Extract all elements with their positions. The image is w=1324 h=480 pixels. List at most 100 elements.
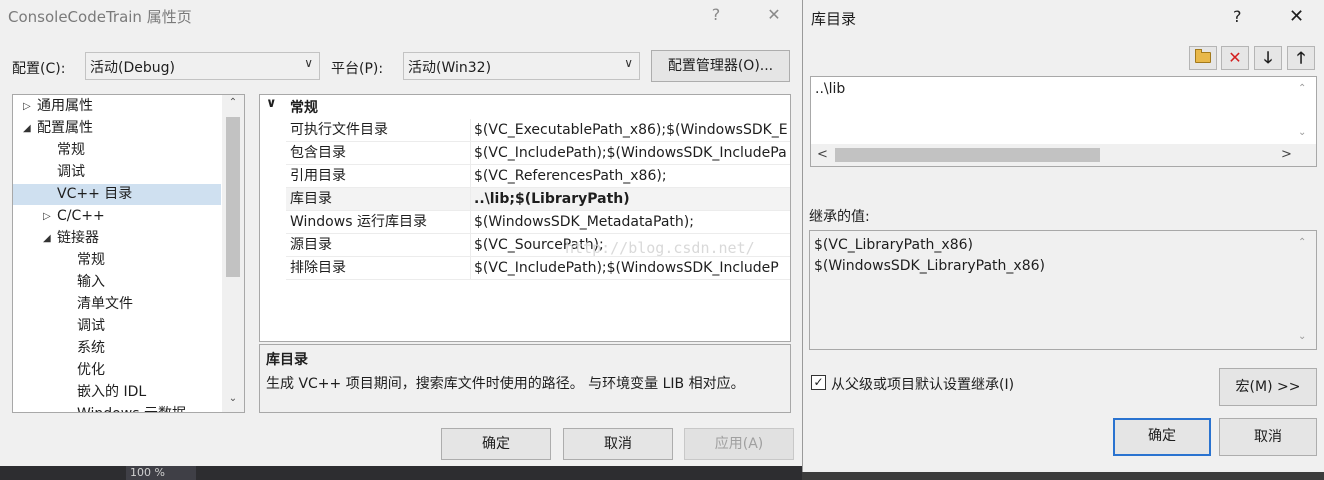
collapse-arrow-icon[interactable]: ◢ (43, 228, 51, 249)
close-button[interactable]: ✕ (1289, 6, 1304, 27)
property-row[interactable]: 排除目录 $(VC_IncludePath);$(WindowsSDK_Inclu… (286, 257, 790, 280)
config-label: 配置(C): (12, 61, 66, 77)
platform-select-value: 活动(Win32) (408, 60, 492, 76)
column-divider (470, 234, 471, 256)
tree-item[interactable]: 常规 (13, 140, 221, 161)
property-name: 包含目录 (290, 145, 346, 161)
inherit-checkbox[interactable]: ✓ (811, 375, 826, 390)
property-tree: ▷ 通用属性 ◢ 配置属性 常规 调试 VC++ 目录 ▷ C/C++ ◢ 链接器 常规 输入 清单文件调… (12, 94, 245, 413)
tree-item[interactable]: ▷ 通用属性 (13, 96, 221, 117)
tree-item[interactable]: 清单文件 (13, 294, 221, 315)
property-row[interactable]: 包含目录 $(VC_IncludePath);$(WindowsSDK_Inclu… (286, 142, 790, 165)
tree-item[interactable]: VC++ 目录 (13, 184, 221, 205)
property-value[interactable]: $(VC_IncludePath);$(WindowsSDK_IncludePa (474, 142, 787, 164)
property-name: 库目录 (290, 191, 332, 207)
tree-item-label: 系统 (77, 340, 105, 356)
macro-button[interactable]: 宏(M) >> (1219, 368, 1317, 406)
tree-item[interactable]: 输入 (13, 272, 221, 293)
library-directory-dialog: 库目录 ? ✕ ✕ 🡓 🡑 ..\lib ⌃ ⌄ < > 继承的值: $(VC_… (802, 0, 1324, 472)
property-row[interactable]: 可执行文件目录 $(VC_ExecutablePath_x86);$(Window… (286, 119, 790, 142)
inherit-checkbox-label[interactable]: 从父级或项目默认设置继承(I) (831, 374, 1014, 394)
inherited-value: $(WindowsSDK_LibraryPath_x86) (814, 258, 1045, 274)
ok-button[interactable]: 确定 (1113, 418, 1211, 456)
scroll-up-icon[interactable]: ⌃ (222, 97, 244, 108)
help-button[interactable]: ? (706, 5, 726, 24)
column-divider (470, 257, 471, 279)
property-row[interactable]: 引用目录 $(VC_ReferencesPath_x86); (286, 165, 790, 188)
scroll-up-icon[interactable]: ⌃ (1298, 237, 1306, 248)
description-panel: 库目录 生成 VC++ 项目期间，搜索库文件时使用的路径。 与环境变量 LIB … (259, 344, 791, 413)
tree-item-label: 常规 (57, 142, 85, 158)
new-line-button[interactable] (1189, 46, 1217, 70)
property-grid: ∨ 常规 可执行文件目录 $(VC_ExecutablePath_x86);$(W… (259, 94, 791, 342)
property-value[interactable]: $(VC_IncludePath);$(WindowsSDK_IncludeP (474, 257, 779, 279)
property-name: Windows 运行库目录 (290, 214, 427, 230)
cancel-button[interactable]: 取消 (563, 428, 673, 460)
property-name: 源目录 (290, 237, 332, 253)
lib-dialog-title: 库目录 (811, 10, 857, 28)
property-row[interactable]: Windows 运行库目录 $(WindowsSDK_MetadataPath); (286, 211, 790, 234)
property-value[interactable]: $(VC_ReferencesPath_x86); (474, 165, 667, 187)
tree-item[interactable]: 嵌入的 IDL (13, 382, 221, 403)
property-value[interactable]: ..\lib;$(LibraryPath) (474, 188, 630, 210)
config-manager-button[interactable]: 配置管理器(O)... (651, 50, 790, 82)
tree-item-label: Windows 元数据 (77, 404, 186, 412)
tree-item[interactable]: 调试 (13, 162, 221, 183)
inherited-label: 继承的值: (809, 209, 870, 225)
cancel-button[interactable]: 取消 (1219, 418, 1317, 456)
column-divider (470, 211, 471, 233)
config-select-value: 活动(Debug) (90, 60, 175, 76)
property-value[interactable]: $(WindowsSDK_MetadataPath); (474, 211, 694, 233)
property-row[interactable]: 库目录 ..\lib;$(LibraryPath) (286, 188, 790, 211)
description-title: 库目录 (266, 352, 308, 368)
move-down-icon[interactable]: 🡓 (1254, 46, 1282, 70)
move-up-icon[interactable]: 🡑 (1287, 46, 1315, 70)
scroll-right-icon[interactable]: > (1281, 147, 1292, 162)
inherited-value: $(VC_LibraryPath_x86) (814, 237, 973, 253)
scroll-thumb[interactable] (226, 117, 240, 277)
folder-icon (1195, 49, 1211, 63)
apply-button[interactable]: 应用(A) (684, 428, 794, 460)
scroll-up-icon[interactable]: ⌃ (1298, 83, 1306, 94)
h-scroll-thumb[interactable] (835, 148, 1100, 162)
column-divider (470, 142, 471, 164)
property-name: 可执行文件目录 (290, 122, 388, 138)
inherited-lines: $(VC_LibraryPath_x86) $(WindowsSDK_Librar… (814, 235, 1045, 277)
directory-edit-box[interactable]: ..\lib ⌃ ⌄ < > (810, 76, 1317, 167)
property-value[interactable]: $(VC_ExecutablePath_x86);$(WindowsSDK_E (474, 119, 788, 141)
tree-scrollbar[interactable]: ⌃ ⌄ (222, 95, 244, 412)
directory-line[interactable]: ..\lib (815, 81, 845, 97)
expand-arrow-icon[interactable]: ▷ (43, 206, 51, 227)
tree-item[interactable]: ◢ 链接器 (13, 228, 221, 249)
delete-icon[interactable]: ✕ (1221, 46, 1249, 70)
description-text: 生成 VC++ 项目期间，搜索库文件时使用的路径。 与环境变量 LIB 相对应。 (266, 376, 745, 392)
expand-arrow-icon[interactable]: ▷ (23, 96, 31, 117)
scroll-down-icon[interactable]: ⌄ (1298, 127, 1306, 138)
tree-item[interactable]: 系统 (13, 338, 221, 359)
platform-select[interactable]: 活动(Win32) ∨ (403, 52, 640, 80)
tree-item[interactable]: Windows 元数据 (13, 404, 221, 412)
tree-item[interactable]: ▷ C/C++ (13, 206, 221, 227)
tree-item[interactable]: 优化 (13, 360, 221, 381)
property-name: 引用目录 (290, 168, 346, 184)
tree-item[interactable]: ◢ 配置属性 (13, 118, 221, 139)
inherited-values-box: $(VC_LibraryPath_x86) $(WindowsSDK_Librar… (809, 230, 1317, 350)
zoom-level[interactable]: 100 % (126, 466, 196, 480)
help-button[interactable]: ? (1233, 7, 1242, 26)
column-divider (470, 165, 471, 187)
tree-item-label: 通用属性 (37, 98, 93, 114)
ok-button[interactable]: 确定 (441, 428, 551, 460)
scroll-down-icon[interactable]: ⌄ (1298, 331, 1306, 342)
collapse-icon[interactable]: ∨ (266, 96, 277, 111)
tree-item[interactable]: 常规 (13, 250, 221, 271)
chevron-down-icon: ∨ (304, 56, 313, 70)
scroll-down-icon[interactable]: ⌄ (222, 393, 244, 404)
tree-item[interactable]: 调试 (13, 316, 221, 337)
collapse-arrow-icon[interactable]: ◢ (23, 118, 31, 139)
section-header: 常规 (290, 100, 318, 116)
tree-item-label: 嵌入的 IDL (77, 384, 147, 400)
scroll-left-icon[interactable]: < (817, 147, 828, 162)
config-select[interactable]: 活动(Debug) ∨ (85, 52, 320, 80)
close-button[interactable]: ✕ (762, 5, 786, 24)
horizontal-scrollbar[interactable]: < > (811, 144, 1316, 166)
